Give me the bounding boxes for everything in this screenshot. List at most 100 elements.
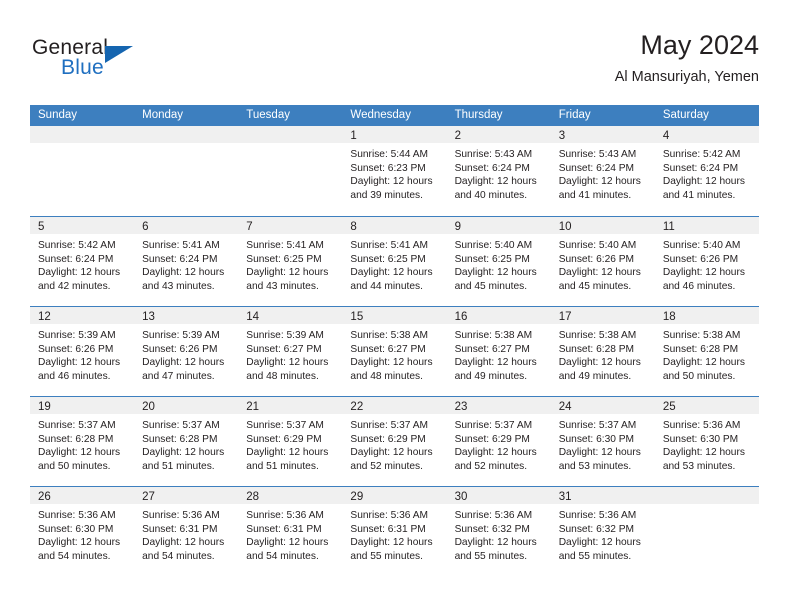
day-detail-line: Daylight: 12 hours (454, 267, 537, 279)
day-detail-line: Daylight: 12 hours (662, 176, 745, 188)
day-details: Sunrise: 5:37 AM Sunset: 6:29 PM Daylight:… (238, 414, 342, 473)
day-number: 19 (38, 401, 51, 413)
day-details: Sunrise: 5:37 AM Sunset: 6:30 PM Daylight:… (551, 414, 655, 473)
day-detail-line: Sunrise: 5:36 AM (246, 510, 324, 521)
day-detail-line: Sunrise: 5:44 AM (350, 149, 429, 160)
day-number: 8 (350, 221, 357, 233)
day-detail-line: and 49 minutes. (558, 370, 632, 382)
calendar-day-cell[interactable]: 11 Sunrise: 5:40 AM Sunset: 6:26 PM Dayligh… (654, 217, 759, 306)
day-number-band: 19 (30, 397, 135, 414)
calendar-day-cell[interactable]: 26 Sunrise: 5:36 AM Sunset: 6:30 PM Dayligh… (30, 487, 135, 576)
calendar-day-cell[interactable]: 15 Sunrise: 5:38 AM Sunset: 6:27 PM Dayligh… (342, 307, 447, 396)
day-detail-line: Sunrise: 5:39 AM (246, 330, 324, 341)
weekday-header-sunday: Sunday (38, 109, 78, 121)
day-detail-line: Sunrise: 5:43 AM (454, 149, 533, 160)
day-details: Sunrise: 5:41 AM Sunset: 6:25 PM Daylight:… (238, 234, 342, 293)
day-detail-line: Sunrise: 5:41 AM (350, 240, 429, 251)
calendar-day-cell[interactable]: 13 Sunrise: 5:39 AM Sunset: 6:26 PM Dayligh… (134, 307, 239, 396)
calendar-day-cell[interactable]: 7 Sunrise: 5:41 AM Sunset: 6:25 PM Daylight… (238, 217, 343, 306)
day-detail-line: Sunrise: 5:37 AM (246, 420, 324, 431)
day-detail-line: Sunrise: 5:36 AM (454, 510, 533, 521)
calendar-day-cell[interactable]: 6 Sunrise: 5:41 AM Sunset: 6:24 PM Daylight… (134, 217, 239, 306)
calendar-day-cell[interactable]: 30 Sunrise: 5:36 AM Sunset: 6:32 PM Dayligh… (446, 487, 551, 576)
day-detail-line: Sunrise: 5:36 AM (38, 510, 116, 521)
day-detail-line: Sunrise: 5:37 AM (454, 420, 533, 431)
calendar-day-cell[interactable]: 10 Sunrise: 5:40 AM Sunset: 6:26 PM Dayligh… (550, 217, 655, 306)
day-details: Sunrise: 5:36 AM Sunset: 6:30 PM Daylight:… (655, 414, 759, 473)
day-detail-line: Daylight: 12 hours (142, 267, 225, 279)
day-number: 9 (454, 221, 461, 233)
day-details: Sunrise: 5:42 AM Sunset: 6:24 PM Daylight:… (30, 234, 134, 293)
day-detail-line: Sunrise: 5:39 AM (142, 330, 220, 341)
calendar-day-cell[interactable]: 12 Sunrise: 5:39 AM Sunset: 6:26 PM Dayligh… (30, 307, 135, 396)
day-detail-line: Sunset: 6:27 PM (246, 343, 322, 355)
day-detail-line: Sunset: 6:23 PM (350, 162, 426, 174)
day-number-band: 28 (238, 487, 343, 504)
day-detail-line: Sunset: 6:24 PM (662, 162, 739, 174)
day-detail-line: Sunset: 6:26 PM (662, 253, 739, 265)
calendar-day-cell[interactable]: 31 Sunrise: 5:36 AM Sunset: 6:32 PM Dayligh… (550, 487, 655, 576)
day-detail-line: and 52 minutes. (350, 460, 423, 472)
day-number-band: 1 (342, 126, 447, 143)
day-detail-line: Sunrise: 5:36 AM (142, 510, 220, 521)
calendar-day-cell[interactable]: 8 Sunrise: 5:41 AM Sunset: 6:25 PM Daylight… (342, 217, 447, 306)
day-detail-line: Daylight: 12 hours (662, 357, 745, 369)
day-details: Sunrise: 5:40 AM Sunset: 6:26 PM Daylight:… (551, 234, 655, 293)
day-details: Sunrise: 5:38 AM Sunset: 6:28 PM Daylight:… (551, 324, 655, 383)
calendar-day-cell[interactable]: 17 Sunrise: 5:38 AM Sunset: 6:28 PM Dayligh… (550, 307, 655, 396)
day-detail-line: Daylight: 12 hours (662, 447, 745, 459)
calendar-day-cell[interactable]: 22 Sunrise: 5:37 AM Sunset: 6:29 PM Dayligh… (342, 397, 447, 486)
calendar-day-cell[interactable]: 2 Sunrise: 5:43 AM Sunset: 6:24 PM Daylight… (446, 126, 551, 216)
calendar-day-cell[interactable]: 14 Sunrise: 5:39 AM Sunset: 6:27 PM Dayligh… (238, 307, 343, 396)
calendar-day-cell[interactable]: 25 Sunrise: 5:36 AM Sunset: 6:30 PM Dayligh… (654, 397, 759, 486)
day-detail-line: Sunset: 6:29 PM (350, 433, 426, 445)
day-detail-line: and 51 minutes. (246, 460, 319, 472)
day-detail-line: and 48 minutes. (350, 370, 423, 382)
calendar-day-cell[interactable]: 27 Sunrise: 5:36 AM Sunset: 6:31 PM Dayligh… (134, 487, 239, 576)
day-number-band (134, 126, 239, 143)
logo-text-blue: Blue (61, 56, 104, 79)
day-details: Sunrise: 5:41 AM Sunset: 6:24 PM Daylight:… (134, 234, 238, 293)
day-number: 7 (246, 221, 253, 233)
calendar-day-cell[interactable]: 24 Sunrise: 5:37 AM Sunset: 6:30 PM Dayligh… (550, 397, 655, 486)
day-detail-line: Sunset: 6:25 PM (454, 253, 530, 265)
calendar-day-cell[interactable]: 1 Sunrise: 5:44 AM Sunset: 6:23 PM Daylight… (342, 126, 447, 216)
generalblue-logo[interactable]: General Blue (30, 36, 230, 92)
calendar-day-cell[interactable]: 16 Sunrise: 5:38 AM Sunset: 6:27 PM Dayligh… (446, 307, 551, 396)
day-detail-line: Sunrise: 5:38 AM (454, 330, 533, 341)
calendar-day-cell[interactable]: 20 Sunrise: 5:37 AM Sunset: 6:28 PM Dayligh… (134, 397, 239, 486)
calendar-day-cell[interactable]: 29 Sunrise: 5:36 AM Sunset: 6:31 PM Dayligh… (342, 487, 447, 576)
day-number: 24 (558, 401, 572, 413)
day-detail-line: and 41 minutes. (558, 189, 632, 201)
day-detail-line: Daylight: 12 hours (350, 447, 433, 459)
day-detail-line: and 43 minutes. (142, 280, 215, 292)
day-details: Sunrise: 5:40 AM Sunset: 6:25 PM Daylight:… (447, 234, 551, 293)
day-detail-line: Sunset: 6:26 PM (38, 343, 114, 355)
calendar-day-cell[interactable]: 5 Sunrise: 5:42 AM Sunset: 6:24 PM Daylight… (30, 217, 135, 306)
day-number: 23 (454, 401, 468, 413)
calendar-day-cell[interactable]: 9 Sunrise: 5:40 AM Sunset: 6:25 PM Daylight… (446, 217, 551, 306)
calendar-week-row: 5 Sunrise: 5:42 AM Sunset: 6:24 PM Daylight… (30, 216, 759, 306)
day-number: 13 (142, 311, 155, 323)
day-detail-line: Sunrise: 5:39 AM (38, 330, 116, 341)
calendar-day-cell[interactable]: 21 Sunrise: 5:37 AM Sunset: 6:29 PM Dayligh… (238, 397, 343, 486)
day-detail-line: and 54 minutes. (142, 550, 215, 562)
day-detail-line: and 53 minutes. (558, 460, 632, 472)
day-detail-line: Sunrise: 5:40 AM (454, 240, 533, 251)
calendar-day-cell-empty (654, 487, 759, 576)
day-number: 18 (662, 311, 676, 323)
day-details: Sunrise: 5:38 AM Sunset: 6:28 PM Daylight:… (655, 324, 759, 383)
calendar-day-cell[interactable]: 18 Sunrise: 5:38 AM Sunset: 6:28 PM Dayligh… (654, 307, 759, 396)
calendar-day-cell[interactable]: 3 Sunrise: 5:43 AM Sunset: 6:24 PM Daylight… (550, 126, 655, 216)
calendar-day-cell[interactable]: 19 Sunrise: 5:37 AM Sunset: 6:28 PM Dayligh… (30, 397, 135, 486)
day-number-band: 22 (342, 397, 447, 414)
day-detail-line: Sunset: 6:31 PM (142, 523, 218, 535)
day-number-band: 18 (654, 307, 759, 324)
calendar-day-cell[interactable]: 4 Sunrise: 5:42 AM Sunset: 6:24 PM Daylight… (654, 126, 759, 216)
day-detail-line: Sunset: 6:24 PM (142, 253, 218, 265)
calendar-day-cell[interactable]: 28 Sunrise: 5:36 AM Sunset: 6:31 PM Dayligh… (238, 487, 343, 576)
day-detail-line: Sunrise: 5:42 AM (38, 240, 116, 251)
calendar-day-cell[interactable]: 23 Sunrise: 5:37 AM Sunset: 6:29 PM Dayligh… (446, 397, 551, 486)
day-number-band: 8 (342, 217, 447, 234)
day-number-band: 12 (30, 307, 135, 324)
